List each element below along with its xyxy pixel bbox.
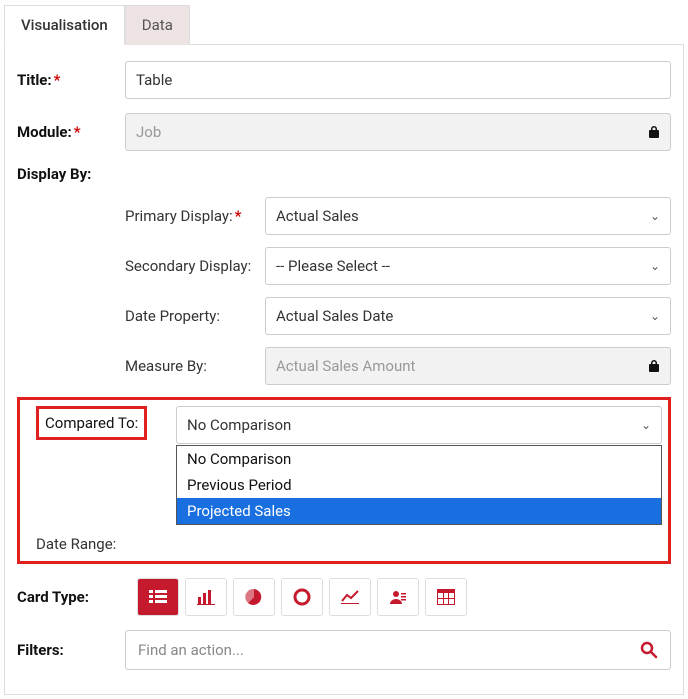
card-type-table-icon[interactable] [425, 578, 467, 616]
chevron-down-icon: ⌄ [650, 259, 660, 273]
date-property-select[interactable]: Actual Sales Date⌄ [265, 297, 671, 335]
tab-visualisation[interactable]: Visualisation [4, 5, 125, 45]
label-measure-by: Measure By: [125, 357, 265, 375]
tab-data[interactable]: Data [125, 5, 190, 45]
highlighted-label-compared-to: Compared To: [36, 406, 147, 440]
compared-to-dropdown: No Comparison Previous Period Projected … [176, 445, 662, 525]
required-asterisk: * [74, 123, 81, 141]
label-date-range: Date Range: [36, 535, 176, 553]
card-type-buttons [137, 578, 467, 616]
filters-placeholder: Find an action... [138, 641, 244, 659]
required-asterisk: * [54, 71, 61, 89]
lock-icon [648, 359, 660, 373]
compared-to-select[interactable]: No Comparison⌄ [176, 406, 662, 444]
label-module: Module:* [17, 123, 125, 141]
lock-icon [648, 125, 660, 139]
secondary-display-select[interactable]: -- Please Select --⌄ [265, 247, 671, 285]
card-type-bar-chart-icon[interactable] [185, 578, 227, 616]
measure-by-field: Actual Sales Amount [265, 347, 671, 385]
card-type-donut-chart-icon[interactable] [281, 578, 323, 616]
label-secondary-display: Secondary Display: [125, 257, 265, 275]
config-panel: Title:* Table Module:* Job Display By: P… [4, 45, 684, 695]
chevron-down-icon: ⌄ [650, 309, 660, 323]
compared-option-projected-sales[interactable]: Projected Sales [177, 498, 661, 524]
compared-option-previous-period[interactable]: Previous Period [177, 472, 661, 498]
required-asterisk: * [235, 207, 242, 225]
label-title: Title:* [17, 71, 125, 89]
compared-option-no-comparison[interactable]: No Comparison [177, 446, 661, 472]
filters-input[interactable]: Find an action... [125, 630, 671, 670]
card-type-pie-chart-icon[interactable] [233, 578, 275, 616]
card-type-line-chart-icon[interactable] [329, 578, 371, 616]
module-field: Job [125, 113, 671, 151]
highlighted-section: Compared To: No Comparison⌄ No Compariso… [17, 397, 671, 564]
chevron-down-icon: ⌄ [650, 209, 660, 223]
label-display-by: Display By: [17, 165, 125, 183]
card-type-list-icon[interactable] [137, 578, 179, 616]
label-filters: Filters: [17, 641, 125, 659]
label-card-type: Card Type: [17, 588, 125, 606]
chevron-down-icon: ⌄ [641, 418, 651, 432]
label-primary-display: Primary Display:* [125, 207, 265, 225]
label-date-property: Date Property: [125, 307, 265, 325]
search-icon[interactable] [640, 641, 658, 659]
card-type-person-icon[interactable] [377, 578, 419, 616]
title-input[interactable]: Table [125, 61, 671, 99]
tab-bar: Visualisation Data [4, 4, 684, 45]
primary-display-select[interactable]: Actual Sales⌄ [265, 197, 671, 235]
